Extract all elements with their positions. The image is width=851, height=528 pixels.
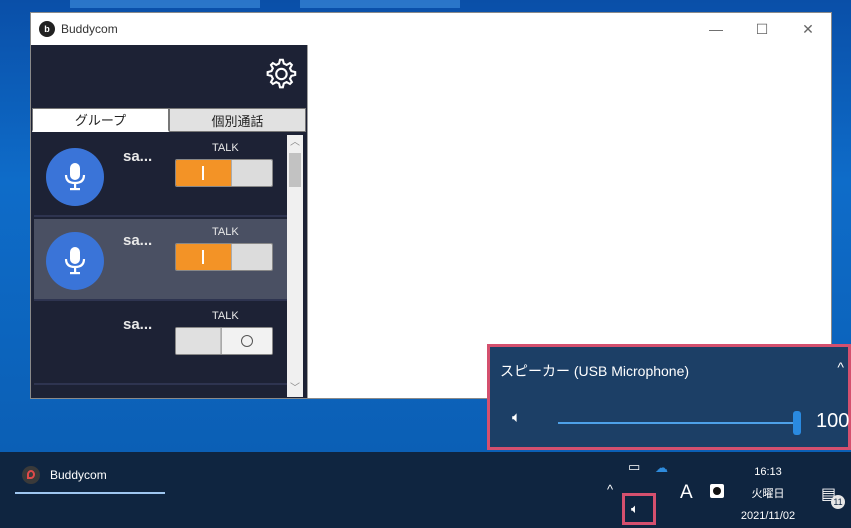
taskbar: Buddycom ^ ▭ ☁ 🔈︎ A 16:13 火曜日 2021/11/02…: [0, 452, 851, 528]
group-list: sa... TALK sa... TALK sa... TALK: [34, 135, 287, 397]
close-button[interactable]: ✕: [785, 13, 831, 45]
desktop-strip: [300, 0, 460, 8]
group-name: sa...: [123, 232, 153, 249]
onedrive-cloud-icon[interactable]: ☁: [655, 460, 668, 476]
settings-area: [31, 45, 307, 105]
microphone-icon: [64, 163, 86, 191]
pane-divider: [307, 45, 308, 398]
list-scrollbar[interactable]: ︿ ﹀: [287, 135, 303, 397]
clock-weekday: 火曜日: [751, 488, 785, 500]
clock-date: 2021/11/02: [740, 510, 796, 522]
taskbar-app-buddycom[interactable]: Buddycom: [22, 466, 107, 484]
buddycom-taskbar-icon: [22, 466, 40, 484]
maximize-button[interactable]: ☐: [739, 13, 785, 45]
group-pane: グループ 個別通話 sa... TALK sa... TALK sa... TA…: [31, 45, 307, 398]
microphone-icon: [64, 247, 86, 275]
volume-flyout: スピーカー (USB Microphone) ^ 🔈︎ 100: [487, 344, 851, 450]
avatar: [46, 148, 104, 206]
tray-volume-highlight: 🔈︎: [622, 493, 656, 525]
clock-time: 16:13: [754, 466, 782, 478]
list-item[interactable]: sa... TALK: [34, 219, 287, 301]
volume-slider-thumb[interactable]: [793, 411, 801, 435]
ime-indicator[interactable]: A: [680, 482, 693, 504]
window-title: Buddycom: [61, 22, 118, 36]
group-name: sa...: [123, 148, 153, 165]
show-hidden-icons-chevron-icon[interactable]: ^: [607, 482, 613, 497]
talk-label: TALK: [212, 142, 239, 154]
talk-toggle[interactable]: [175, 159, 273, 187]
list-item[interactable]: sa... TALK: [34, 135, 287, 217]
talk-label: TALK: [212, 310, 239, 322]
avatar: [46, 232, 104, 290]
tab-group[interactable]: グループ: [32, 108, 169, 132]
scroll-down-arrow-icon[interactable]: ﹀: [287, 381, 303, 397]
scroll-up-arrow-icon[interactable]: ︿: [287, 135, 303, 151]
speaker-icon[interactable]: 🔈︎: [631, 501, 639, 517]
talk-toggle[interactable]: [175, 327, 273, 355]
active-app-indicator: [15, 492, 165, 494]
app-tray-icon[interactable]: [710, 484, 724, 498]
minimize-button[interactable]: —: [693, 13, 739, 45]
network-icon[interactable]: ▭: [628, 459, 640, 475]
tab-bar: グループ 個別通話: [32, 108, 306, 132]
volume-slider[interactable]: [558, 422, 796, 424]
group-name: sa...: [123, 316, 153, 333]
list-item[interactable]: sa... TALK: [34, 303, 287, 385]
volume-value: 100: [816, 410, 850, 432]
buddycom-window: b Buddycom — ☐ ✕ グループ 個別通話 sa... TALK sa…: [30, 12, 832, 399]
desktop-strip: [70, 0, 260, 8]
audio-device-name[interactable]: スピーカー (USB Microphone): [500, 361, 689, 381]
notification-count-badge: 11: [831, 495, 845, 509]
clock[interactable]: 16:13 火曜日 2021/11/02: [728, 461, 808, 527]
taskbar-app-label: Buddycom: [50, 468, 107, 482]
tab-individual-call[interactable]: 個別通話: [169, 108, 306, 132]
scroll-thumb[interactable]: [289, 153, 301, 187]
talk-toggle[interactable]: [175, 243, 273, 271]
buddycom-logo-icon: b: [39, 21, 55, 37]
talk-label: TALK: [212, 226, 239, 238]
gear-icon[interactable]: [261, 55, 299, 93]
title-bar[interactable]: b Buddycom — ☐ ✕: [31, 13, 831, 45]
speaker-icon[interactable]: 🔈︎: [512, 409, 521, 426]
chevron-up-icon[interactable]: ^: [837, 359, 844, 375]
